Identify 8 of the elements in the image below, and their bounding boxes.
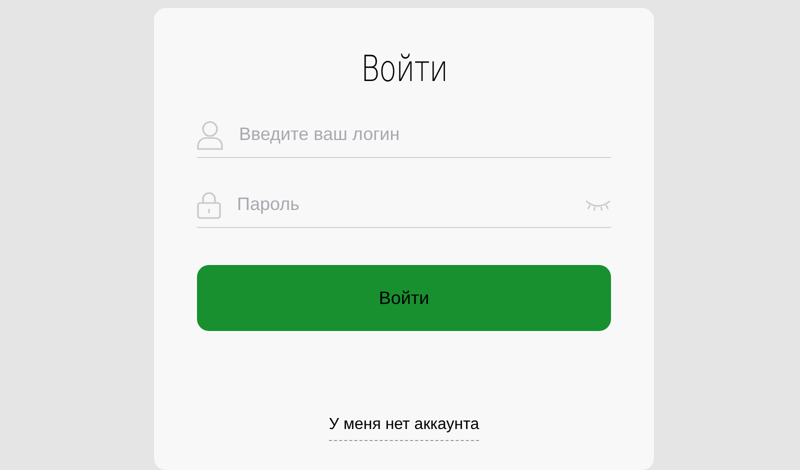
user-icon [197,120,223,150]
no-account-link[interactable]: У меня нет аккаунта [328,413,480,441]
lock-icon [197,190,221,218]
login-field[interactable]: Введите ваш логин [239,121,611,148]
login-button[interactable]: Войти [197,265,611,331]
password-field[interactable]: Пароль [237,191,569,218]
login-title: Войти [360,48,448,92]
closed-eye-icon[interactable] [585,198,611,210]
